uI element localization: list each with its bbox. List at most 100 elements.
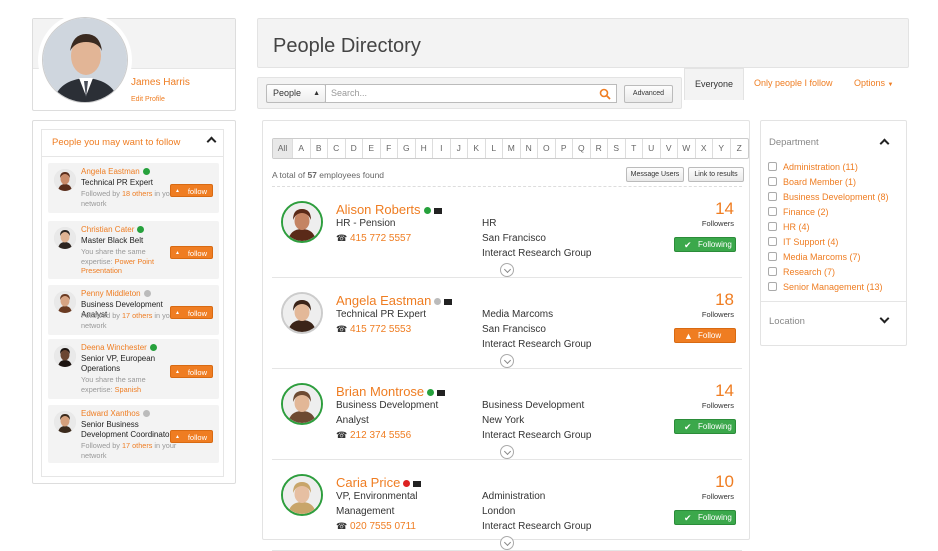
checkbox[interactable] xyxy=(768,207,777,216)
person-avatar[interactable] xyxy=(281,292,323,334)
person-name[interactable]: Alison Roberts xyxy=(336,202,442,217)
alphabet-letter[interactable]: I xyxy=(433,139,451,158)
chevron-down-icon[interactable] xyxy=(879,313,890,324)
search-icon[interactable] xyxy=(599,88,611,100)
alphabet-letter[interactable]: N xyxy=(521,139,538,158)
alphabet-letter[interactable]: P xyxy=(556,139,573,158)
checkbox[interactable] xyxy=(768,237,777,246)
department-filter-item[interactable]: Senior Management (13) xyxy=(768,282,883,292)
alphabet-letter[interactable]: S xyxy=(608,139,626,158)
alphabet-letter[interactable]: T xyxy=(626,139,643,158)
suggestion-reason-link[interactable]: Spanish xyxy=(115,385,141,394)
search-input[interactable]: Search... xyxy=(325,84,617,103)
department-filter-item[interactable]: Media Marcoms (7) xyxy=(768,252,861,262)
follow-button[interactable]: follow xyxy=(170,430,213,444)
message-users-button[interactable]: Message Users xyxy=(626,167,684,182)
suggestion-avatar[interactable] xyxy=(54,411,76,433)
suggestion-reason-link[interactable]: 18 others xyxy=(122,189,152,198)
alphabet-letter[interactable]: G xyxy=(398,139,416,158)
alphabet-letter[interactable]: H xyxy=(416,139,433,158)
checkbox[interactable] xyxy=(768,252,777,261)
checkbox[interactable] xyxy=(768,192,777,201)
tab-everyone[interactable]: Everyone xyxy=(684,68,744,100)
envelope-icon[interactable] xyxy=(413,480,422,487)
department-filter-item[interactable]: Business Development (8) xyxy=(768,192,889,202)
checkbox[interactable] xyxy=(768,282,777,291)
chevron-up-icon[interactable] xyxy=(879,138,890,149)
alphabet-letter[interactable]: R xyxy=(591,139,608,158)
alphabet-letter[interactable]: U xyxy=(643,139,661,158)
department-filter-item[interactable]: Finance (2) xyxy=(768,207,829,217)
person-phone[interactable]: ☎ 212 374 5556 xyxy=(336,428,411,443)
tab-options[interactable]: Options ▼ xyxy=(854,78,894,88)
suggestion-name[interactable]: Deena Winchester xyxy=(81,343,157,352)
person-avatar[interactable] xyxy=(281,201,323,243)
suggestion-name[interactable]: Edward Xanthos xyxy=(81,409,150,418)
alphabet-letter[interactable]: O xyxy=(538,139,556,158)
follow-button[interactable]: ▲ Follow xyxy=(674,328,736,343)
alphabet-letter[interactable]: F xyxy=(381,139,398,158)
checkbox[interactable] xyxy=(768,267,777,276)
search-scope-select[interactable]: People ▲ xyxy=(266,84,326,103)
follow-button[interactable]: follow xyxy=(170,365,213,379)
expand-chevron-icon[interactable] xyxy=(500,536,514,550)
envelope-icon[interactable] xyxy=(444,298,453,305)
alphabet-letter[interactable]: C xyxy=(328,139,346,158)
department-filter-item[interactable]: IT Support (4) xyxy=(768,237,838,247)
link-to-results-button[interactable]: Link to results xyxy=(688,167,744,182)
person-phone[interactable]: ☎ 415 772 5553 xyxy=(336,322,411,337)
department-filter-item[interactable]: Administration (11) xyxy=(768,162,858,172)
chevron-up-icon[interactable] xyxy=(206,136,217,147)
following-button[interactable]: ✔ Following xyxy=(674,237,736,252)
person-avatar[interactable] xyxy=(281,474,323,516)
person-avatar[interactable] xyxy=(281,383,323,425)
alphabet-letter[interactable]: X xyxy=(696,139,713,158)
expand-chevron-icon[interactable] xyxy=(500,354,514,368)
tab-following[interactable]: Only people I follow xyxy=(754,78,833,88)
following-button[interactable]: ✔ Following xyxy=(674,510,736,525)
profile-avatar[interactable] xyxy=(42,17,128,103)
expand-chevron-icon[interactable] xyxy=(500,445,514,459)
person-name[interactable]: Angela Eastman xyxy=(336,293,453,308)
expand-chevron-icon[interactable] xyxy=(500,263,514,277)
person-name[interactable]: Caria Price xyxy=(336,475,422,490)
alphabet-letter[interactable]: D xyxy=(346,139,363,158)
edit-profile-link[interactable]: Edit Profile xyxy=(131,96,165,103)
alphabet-letter[interactable]: B xyxy=(311,139,328,158)
envelope-icon[interactable] xyxy=(437,389,446,396)
alphabet-letter[interactable]: Q xyxy=(573,139,591,158)
person-name[interactable]: Brian Montrose xyxy=(336,384,446,399)
checkbox[interactable] xyxy=(768,162,777,171)
suggestion-avatar[interactable] xyxy=(54,169,76,191)
alphabet-letter[interactable]: Y xyxy=(713,139,731,158)
suggestions-header[interactable]: People you may want to follow xyxy=(41,129,224,157)
alphabet-letter[interactable]: W xyxy=(678,139,696,158)
alphabet-letter[interactable]: J xyxy=(451,139,468,158)
location-filter-header[interactable]: Location xyxy=(761,301,906,341)
profile-name[interactable]: James Harris xyxy=(131,77,190,88)
following-button[interactable]: ✔ Following xyxy=(674,419,736,434)
person-phone[interactable]: ☎ 415 772 5557 xyxy=(336,231,411,246)
suggestion-name[interactable]: Christian Cater xyxy=(81,225,145,234)
department-filter-item[interactable]: HR (4) xyxy=(768,222,810,232)
suggestion-name[interactable]: Angela Eastman xyxy=(81,167,150,176)
department-filter-header[interactable]: Department xyxy=(761,121,906,163)
alphabet-letter[interactable]: A xyxy=(293,139,311,158)
advanced-button[interactable]: Advanced xyxy=(624,85,673,103)
alphabet-letter[interactable]: Z xyxy=(731,139,749,158)
checkbox[interactable] xyxy=(768,222,777,231)
alphabet-letter[interactable]: V xyxy=(661,139,678,158)
suggestion-name[interactable]: Penny Middleton xyxy=(81,289,151,298)
alphabet-letter[interactable]: L xyxy=(486,139,503,158)
follow-button[interactable]: follow xyxy=(170,184,213,198)
follow-button[interactable]: follow xyxy=(170,246,213,260)
department-filter-item[interactable]: Research (7) xyxy=(768,267,835,277)
suggestion-avatar[interactable] xyxy=(54,291,76,313)
alphabet-letter[interactable]: M xyxy=(503,139,521,158)
follow-button[interactable]: follow xyxy=(170,306,213,320)
alphabet-letter[interactable]: K xyxy=(468,139,486,158)
alphabet-letter[interactable]: All xyxy=(273,139,293,158)
person-phone[interactable]: ☎ 020 7555 0711 xyxy=(336,519,416,534)
suggestion-reason-link[interactable]: 17 others xyxy=(122,311,152,320)
checkbox[interactable] xyxy=(768,177,777,186)
